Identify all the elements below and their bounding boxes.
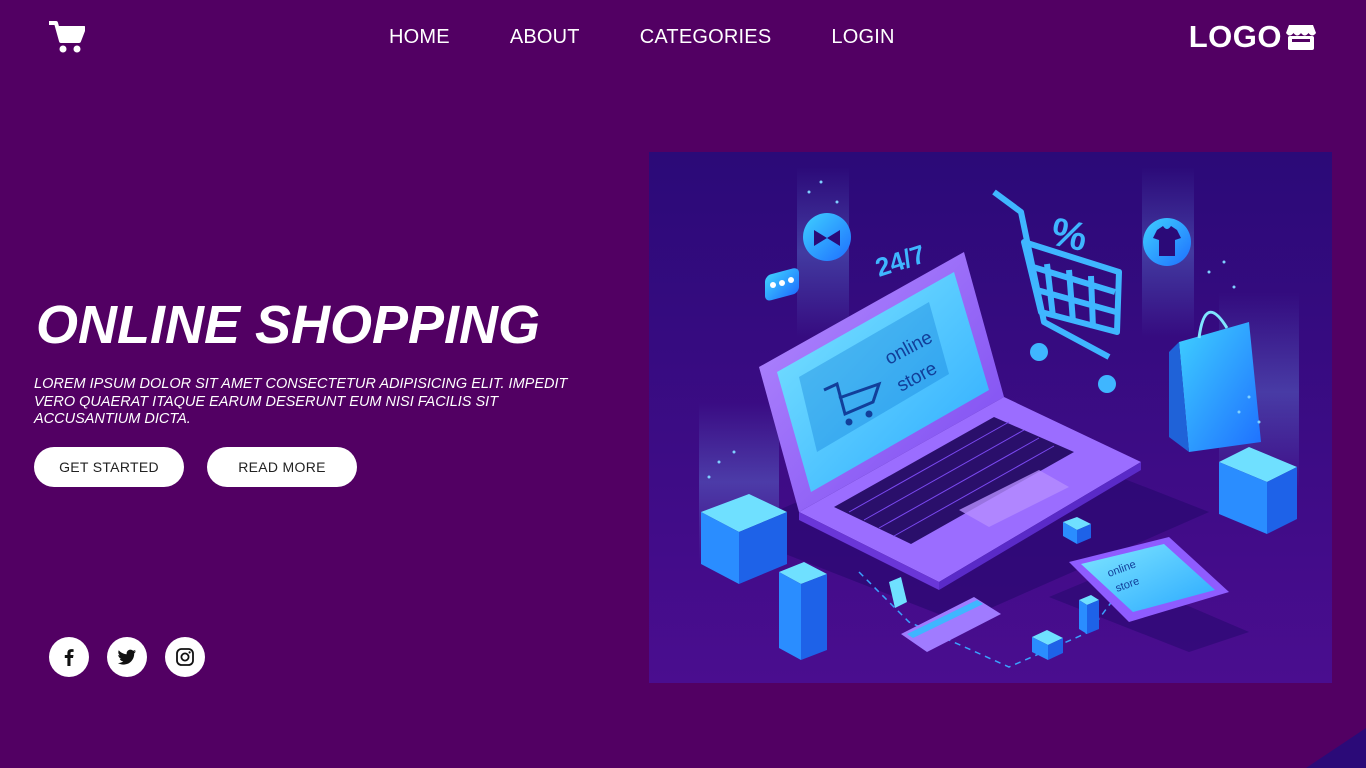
facebook-link[interactable] <box>49 637 89 677</box>
twitter-link[interactable] <box>107 637 147 677</box>
get-started-button[interactable]: GET STARTED <box>34 447 184 487</box>
social-links <box>49 637 205 677</box>
twitter-icon <box>117 649 136 665</box>
landing-page: HOME ABOUT CATEGORIES LOGIN LOGO ONLINE … <box>0 0 1366 768</box>
nav-home[interactable]: HOME <box>389 24 450 50</box>
brand-logo[interactable]: LOGO <box>1189 18 1316 56</box>
main-nav: HOME ABOUT CATEGORIES LOGIN <box>389 24 895 50</box>
store-icon <box>1286 25 1316 50</box>
corner-decoration <box>1306 728 1366 768</box>
hero-description: LOREM IPSUM DOLOR SIT AMET CONSECTETUR A… <box>34 376 568 427</box>
facebook-icon <box>64 649 74 666</box>
instagram-link[interactable] <box>165 637 205 677</box>
nav-login[interactable]: LOGIN <box>831 24 894 50</box>
nav-about[interactable]: ABOUT <box>510 24 580 50</box>
hero-title: ONLINE SHOPPING <box>36 295 541 355</box>
brand-logo-text: LOGO <box>1188 19 1282 54</box>
nav-categories[interactable]: CATEGORIES <box>640 24 772 50</box>
online-store-illustration: 24/7 % online store online store <box>649 152 1332 683</box>
instagram-icon <box>176 648 194 666</box>
shopping-cart-icon[interactable] <box>49 20 85 54</box>
read-more-button[interactable]: READ MORE <box>207 447 357 487</box>
